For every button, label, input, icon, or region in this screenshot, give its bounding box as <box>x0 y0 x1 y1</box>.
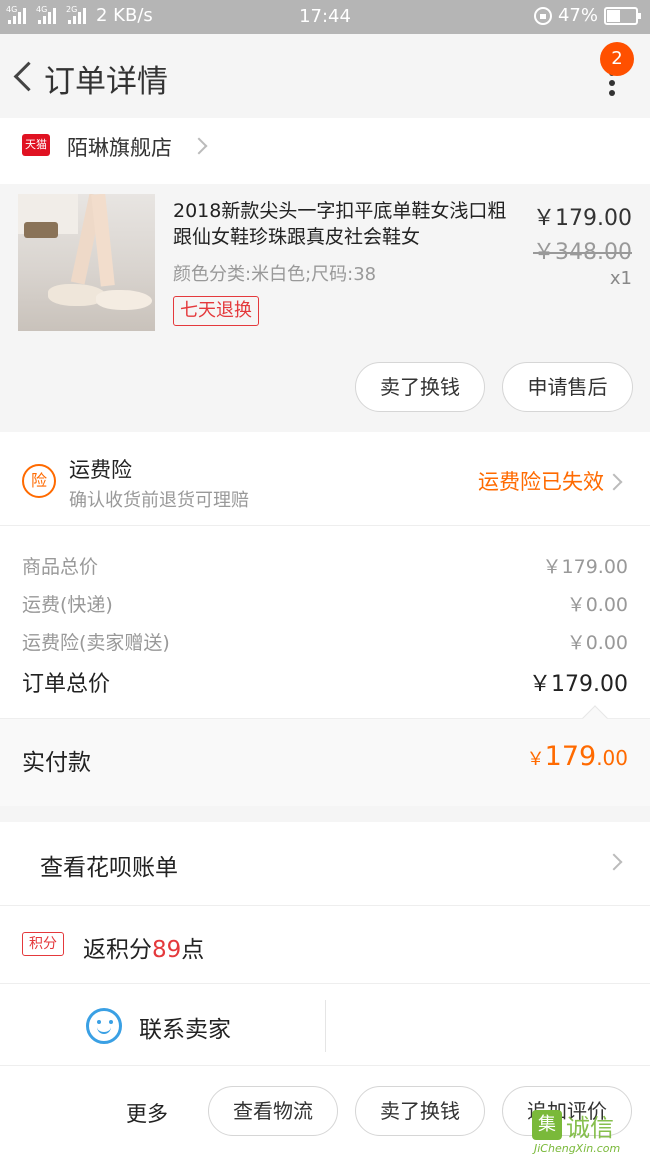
after-sales-button[interactable]: 申请售后 <box>502 362 633 412</box>
amount-decimal: .00 <box>596 746 628 770</box>
summary-value: ￥0.00 <box>566 632 628 654</box>
product-quantity: x1 <box>609 268 632 289</box>
site-watermark: 集 诚信 JiChengXin.com <box>532 1104 648 1155</box>
order-total-label: 订单总价 <box>22 672 111 697</box>
points-suffix: 点 <box>181 937 205 963</box>
summary-row-total: 订单总价 ￥179.00 <box>22 666 628 698</box>
summary-label: 商品总价 <box>22 556 99 578</box>
watermark-text: 诚信 <box>566 1114 614 1142</box>
battery-percent: 47% <box>557 5 598 26</box>
contact-seller-label: 联系卖家 <box>139 1017 231 1043</box>
status-bar: 4G 4G 2G 2 KB/s 17:44 47% <box>0 0 650 34</box>
watermark-url: JiChengXin.com <box>534 1142 621 1155</box>
product-image[interactable] <box>18 194 155 331</box>
contact-row: 联系卖家 <box>0 984 650 1066</box>
battery-icon <box>604 6 641 25</box>
rotation-lock-icon <box>533 6 552 25</box>
more-actions-button[interactable]: 更多 <box>126 1098 168 1128</box>
insurance-subtitle: 确认收货前退货可理赔 <box>69 490 249 511</box>
actual-payment-amount: ￥179.00 <box>527 741 628 772</box>
points-number: 89 <box>152 937 182 963</box>
product-card[interactable]: 2018新款尖头一字扣平底单鞋女浅口粗跟仙女鞋珍珠跟真皮社会鞋女 颜色分类:米白… <box>0 184 650 432</box>
divider <box>325 1000 326 1052</box>
huabei-bill-row[interactable]: 查看花呗账单 <box>0 822 650 906</box>
product-original-price: ￥348.00 <box>533 240 632 265</box>
points-prefix: 返积分 <box>83 937 152 963</box>
chevron-right-icon <box>190 137 208 155</box>
actual-payment-row: 实付款 ￥179.00 <box>0 705 650 806</box>
points-row: 积分 返积分89点 <box>0 906 650 984</box>
view-logistics-button[interactable]: 查看物流 <box>208 1086 338 1136</box>
points-badge: 积分 <box>22 932 64 956</box>
order-total-value: ￥179.00 <box>529 672 628 697</box>
chevron-right-icon <box>605 473 623 491</box>
sell-for-cash-bottom-button[interactable]: 卖了换钱 <box>355 1086 485 1136</box>
product-sku: 颜色分类:米白色;尺码:38 <box>173 264 377 285</box>
shop-row[interactable]: 天猫 陌琳旗舰店 <box>0 118 650 184</box>
price-summary: 商品总价 ￥179.00 运费(快递) ￥0.00 运费险(卖家赠送) ￥0.0… <box>0 526 650 718</box>
amount-integer: 179 <box>544 741 597 772</box>
contact-seller-button[interactable]: 联系卖家 <box>0 984 325 1066</box>
chat-smile-icon <box>86 1008 122 1044</box>
tmall-logo-icon: 天猫 <box>22 134 50 156</box>
summary-label: 运费险(卖家赠送) <box>22 632 170 654</box>
summary-label: 运费(快递) <box>22 594 113 616</box>
summary-row-insurance: 运费险(卖家赠送) ￥0.00 <box>22 628 628 655</box>
insurance-title: 运费险 <box>69 458 132 482</box>
sell-for-cash-button[interactable]: 卖了换钱 <box>355 362 485 412</box>
summary-row-shipping: 运费(快递) ￥0.00 <box>22 590 628 617</box>
insurance-status: 运费险已失效 <box>478 470 604 494</box>
insurance-icon: 险 <box>22 464 56 498</box>
shipping-insurance-row[interactable]: 险 运费险 确认收货前退货可理赔 运费险已失效 <box>0 432 650 526</box>
product-price: ￥179.00 <box>533 206 632 231</box>
points-text: 返积分89点 <box>83 930 204 964</box>
page-title: 订单详情 <box>44 64 168 100</box>
summary-value: ￥179.00 <box>542 556 628 578</box>
status-right: 47% <box>533 5 641 26</box>
chevron-right-icon <box>605 853 623 871</box>
product-title: 2018新款尖头一字扣平底单鞋女浅口粗跟仙女鞋珍珠跟真皮社会鞋女 <box>173 200 507 248</box>
nav-bar: 订单详情 2 <box>0 34 650 118</box>
summary-row-goods: 商品总价 ￥179.00 <box>22 552 628 579</box>
shop-name: 陌琳旗舰店 <box>67 136 172 160</box>
back-icon[interactable] <box>10 60 38 96</box>
currency-symbol: ￥ <box>526 749 545 770</box>
summary-value: ￥0.00 <box>566 594 628 616</box>
huabei-bill-label: 查看花呗账单 <box>40 855 178 881</box>
actual-payment-label: 实付款 <box>22 750 91 776</box>
watermark-logo-icon: 集 <box>532 1110 562 1140</box>
notification-badge: 2 <box>600 42 634 76</box>
return-policy-badge: 七天退换 <box>173 296 259 326</box>
